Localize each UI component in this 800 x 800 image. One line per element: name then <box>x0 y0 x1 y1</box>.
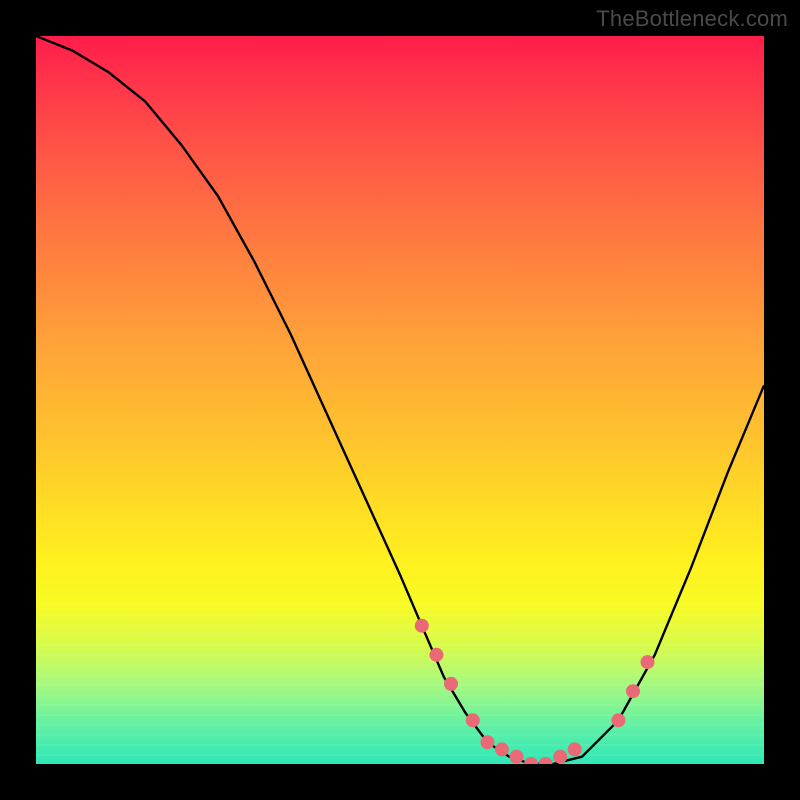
curve-dots-group <box>415 619 655 764</box>
plot-area <box>36 36 764 764</box>
curve-dot <box>524 757 538 764</box>
curve-dot <box>495 742 509 756</box>
curve-dot <box>415 619 429 633</box>
curve-dot <box>611 713 625 727</box>
chart-frame: TheBottleneck.com <box>0 0 800 800</box>
bottleneck-curve <box>36 36 764 764</box>
curve-dot <box>568 742 582 756</box>
curve-svg <box>36 36 764 764</box>
curve-dot <box>480 735 494 749</box>
curve-dot <box>429 648 443 662</box>
watermark-text: TheBottleneck.com <box>596 6 788 32</box>
curve-dot <box>641 655 655 669</box>
curve-dot <box>510 750 524 764</box>
curve-dot <box>539 757 553 764</box>
curve-dot <box>444 677 458 691</box>
curve-dot <box>466 713 480 727</box>
curve-dot <box>626 684 640 698</box>
curve-dot <box>553 750 567 764</box>
